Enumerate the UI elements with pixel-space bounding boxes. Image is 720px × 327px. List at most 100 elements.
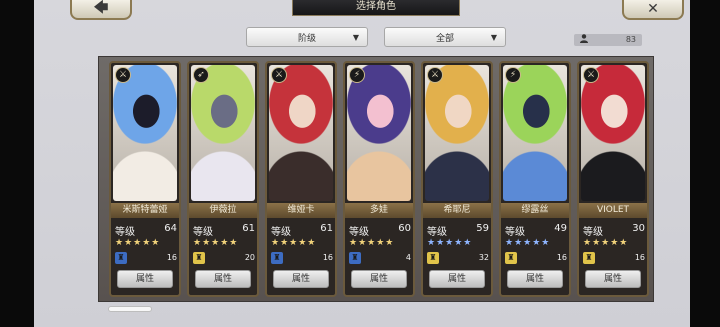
horizontal-scrollbar[interactable]: [108, 306, 152, 312]
character-portrait[interactable]: ⚡: [503, 65, 567, 201]
level-value: 49: [554, 223, 567, 234]
role-icon: ⚔: [115, 67, 131, 83]
class-badge-icon: ♜: [583, 252, 595, 264]
meta-row: ♜ 16: [115, 252, 177, 264]
character-portrait[interactable]: ⚔: [113, 65, 177, 201]
star-rating: ★★★★★: [193, 238, 239, 248]
chevron-down-icon: ▼: [490, 33, 497, 42]
roster-count: 83: [574, 34, 642, 46]
character-name: 希耶尼: [423, 203, 491, 218]
level-row: 等级 61: [193, 223, 255, 238]
attributes-button[interactable]: 属性: [507, 270, 563, 288]
type-filter-dropdown[interactable]: 全部 ▼: [384, 27, 506, 47]
item-count: 16: [322, 253, 333, 262]
level-label: 等级: [583, 227, 603, 238]
star-rating: ★★★★★: [115, 238, 161, 248]
level-value: 60: [398, 223, 411, 234]
role-icon: ⚡: [349, 67, 365, 83]
attributes-button[interactable]: 属性: [273, 270, 329, 288]
role-icon: ⚡: [505, 67, 521, 83]
roster-count-value: 83: [625, 35, 636, 44]
meta-row: ♜ 16: [583, 252, 645, 264]
level-label: 等级: [271, 227, 291, 238]
level-label: 等级: [115, 227, 135, 238]
role-icon: ⚔: [271, 67, 287, 83]
game-screen: 🡄 选择角色 ✕ 阶级 ▼ 全部 ▼ 83 ⚔ 米斯特蕾娅 等级 64 ★★★★…: [0, 0, 720, 327]
close-icon: ✕: [647, 1, 659, 17]
class-badge-icon: ♜: [505, 252, 517, 264]
character-card[interactable]: ⚔ 米斯特蕾娅 等级 64 ★★★★★ ♜ 16 属性: [109, 61, 181, 297]
level-value: 61: [242, 223, 255, 234]
character-card[interactable]: ⚔ 维娅卡 等级 61 ★★★★★ ♜ 16 属性: [265, 61, 337, 297]
character-portrait[interactable]: ⚔: [581, 65, 645, 201]
level-row: 等级 64: [115, 223, 177, 238]
level-row: 等级 49: [505, 223, 567, 238]
rank-filter-dropdown[interactable]: 阶级 ▼: [246, 27, 368, 47]
character-name: 缪露丝: [501, 203, 569, 218]
item-count: 4: [405, 253, 411, 262]
attributes-button[interactable]: 属性: [429, 270, 485, 288]
item-count: 20: [244, 253, 255, 262]
back-button[interactable]: 🡄: [70, 0, 132, 20]
role-icon: ⚔: [427, 67, 443, 83]
class-badge-icon: ♜: [427, 252, 439, 264]
item-count: 16: [556, 253, 567, 262]
level-label: 等级: [427, 227, 447, 238]
star-rating: ★★★★★: [583, 238, 629, 248]
meta-row: ♜ 4: [349, 252, 411, 264]
meta-row: ♜ 16: [505, 252, 567, 264]
attributes-button[interactable]: 属性: [585, 270, 641, 288]
level-value: 59: [476, 223, 489, 234]
chevron-down-icon: ▼: [352, 33, 359, 42]
back-arrow-icon: 🡄: [93, 0, 109, 16]
level-row: 等级 60: [349, 223, 411, 238]
character-name: VIOLET: [579, 203, 647, 218]
character-name: 伊薇拉: [189, 203, 257, 218]
character-name: 米斯特蕾娅: [111, 203, 179, 218]
meta-row: ♜ 32: [427, 252, 489, 264]
level-value: 30: [632, 223, 645, 234]
character-card[interactable]: ➶ 伊薇拉 等级 61 ★★★★★ ♜ 20 属性: [187, 61, 259, 297]
page-title: 选择角色: [292, 0, 460, 16]
level-value: 61: [320, 223, 333, 234]
class-badge-icon: ♜: [349, 252, 361, 264]
star-rating: ★★★★★: [427, 238, 473, 248]
attributes-button[interactable]: 属性: [195, 270, 251, 288]
character-name: 多娃: [345, 203, 413, 218]
attributes-button[interactable]: 属性: [117, 270, 173, 288]
level-label: 等级: [505, 227, 525, 238]
item-count: 32: [478, 253, 489, 262]
character-card[interactable]: ⚡ 多娃 等级 60 ★★★★★ ♜ 4 属性: [343, 61, 415, 297]
item-count: 16: [634, 253, 645, 262]
star-rating: ★★★★★: [505, 238, 551, 248]
star-rating: ★★★★★: [271, 238, 317, 248]
level-value: 64: [164, 223, 177, 234]
character-portrait[interactable]: ⚔: [425, 65, 489, 201]
character-card[interactable]: ⚡ 缪露丝 等级 49 ★★★★★ ♜ 16 属性: [499, 61, 571, 297]
class-badge-icon: ♜: [115, 252, 127, 264]
right-bezel: [690, 0, 720, 327]
character-portrait[interactable]: ➶: [191, 65, 255, 201]
level-label: 等级: [193, 227, 213, 238]
level-row: 等级 59: [427, 223, 489, 238]
character-card[interactable]: ⚔ 希耶尼 等级 59 ★★★★★ ♜ 32 属性: [421, 61, 493, 297]
character-portrait[interactable]: ⚔: [269, 65, 333, 201]
role-icon: ⚔: [583, 67, 599, 83]
meta-row: ♜ 20: [193, 252, 255, 264]
character-portrait[interactable]: ⚡: [347, 65, 411, 201]
close-button[interactable]: ✕: [622, 0, 684, 20]
attributes-button[interactable]: 属性: [351, 270, 407, 288]
left-bezel: [0, 0, 34, 327]
meta-row: ♜ 16: [271, 252, 333, 264]
level-row: 等级 61: [271, 223, 333, 238]
rank-filter-label: 阶级: [297, 33, 316, 44]
class-badge-icon: ♜: [271, 252, 283, 264]
level-label: 等级: [349, 227, 369, 238]
person-icon: [580, 34, 588, 47]
character-name: 维娅卡: [267, 203, 335, 218]
character-card[interactable]: ⚔ VIOLET 等级 30 ★★★★★ ♜ 16 属性: [577, 61, 649, 297]
type-filter-label: 全部: [435, 33, 454, 44]
star-rating: ★★★★★: [349, 238, 395, 248]
class-badge-icon: ♜: [193, 252, 205, 264]
level-row: 等级 30: [583, 223, 645, 238]
